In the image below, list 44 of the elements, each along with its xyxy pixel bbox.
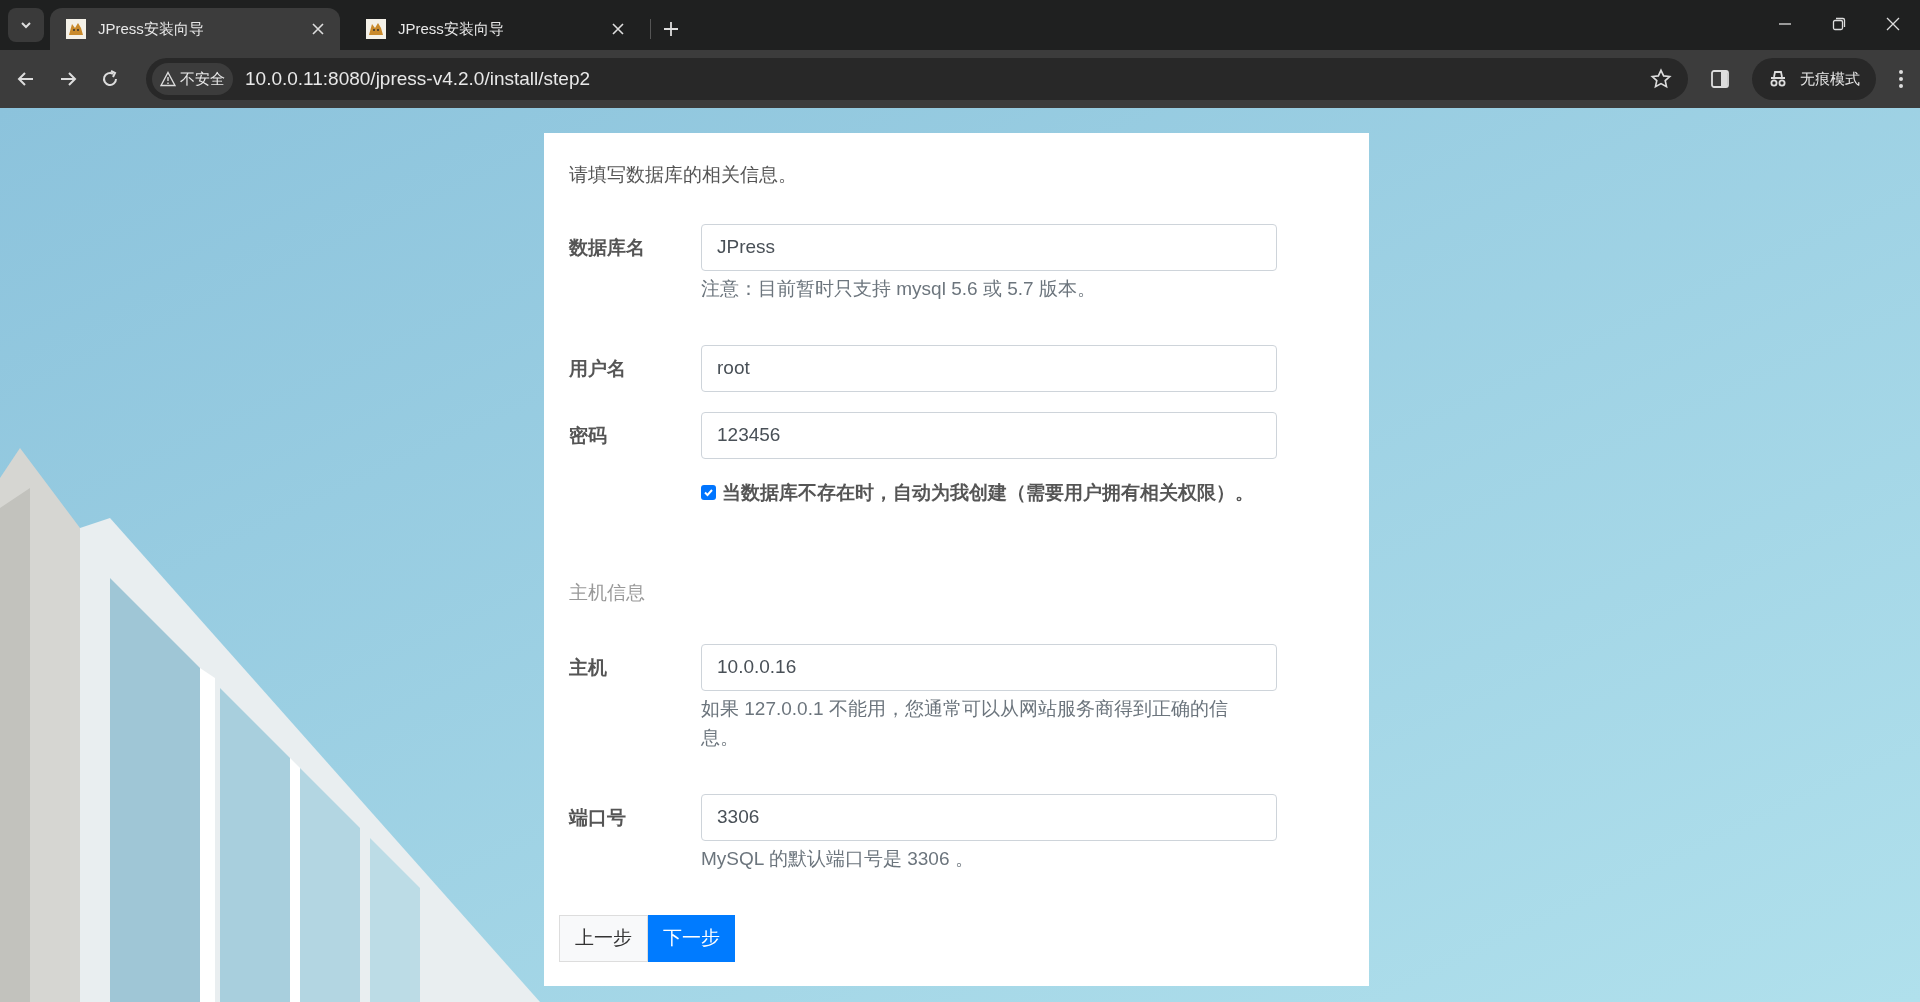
- security-label: 不安全: [180, 68, 225, 89]
- url-text: 10.0.0.11:8080/jpress-v4.2.0/install/step2: [245, 66, 592, 91]
- text-field[interactable]: 123456: [701, 411, 1277, 459]
- incognito-chip[interactable]: 无痕模式: [1752, 58, 1876, 100]
- help-text: 注意：目前暂时只支持 mysql 5.6 或 5.7 版本。: [701, 276, 1097, 301]
- close-icon[interactable]: [312, 23, 324, 35]
- checkbox-label: 当数据库不存在时，自动为我创建（需要用户拥有相关权限）。: [722, 480, 1254, 505]
- cat-icon: [366, 19, 386, 39]
- reload-icon[interactable]: [100, 69, 120, 89]
- browser-tab[interactable]: JPress安装向导: [50, 8, 340, 50]
- browser-tab[interactable]: JPress安装向导: [350, 8, 640, 50]
- text-field[interactable]: 10.0.0.16: [701, 643, 1277, 691]
- side-panel-icon[interactable]: [1710, 69, 1730, 89]
- new-tab-icon[interactable]: [663, 21, 679, 37]
- tab-search-button[interactable]: [8, 8, 44, 42]
- incognito-label: 无痕模式: [1800, 68, 1860, 89]
- next-button[interactable]: 下一步: [648, 914, 735, 962]
- close-icon[interactable]: [1886, 17, 1900, 31]
- checkbox[interactable]: [701, 485, 716, 501]
- tab-title: JPress安装向导: [398, 18, 505, 39]
- warning-icon: [160, 71, 176, 87]
- field-label: 密码: [569, 423, 608, 448]
- back-button[interactable]: 上一步: [559, 914, 648, 962]
- field-label: 数据库名: [569, 235, 646, 260]
- tab-title: JPress安装向导: [98, 18, 205, 39]
- security-chip[interactable]: 不安全: [152, 63, 233, 95]
- restore-icon[interactable]: [1832, 17, 1846, 31]
- section-heading: 主机信息: [569, 581, 646, 605]
- address-bar[interactable]: 不安全 10.0.0.11:8080/jpress-v4.2.0/install/step2: [146, 58, 1688, 100]
- text-field[interactable]: JPress: [701, 223, 1277, 271]
- text-field[interactable]: 3306: [701, 793, 1277, 841]
- help-text: 如果 127.0.0.1 不能用，您通常可以从网站服务商得到正确的信息。: [701, 696, 1229, 750]
- check-icon: [703, 487, 714, 499]
- text-field[interactable]: root: [701, 344, 1277, 392]
- close-icon[interactable]: [612, 23, 624, 35]
- cat-icon: [66, 19, 86, 39]
- field-label: 端口号: [569, 805, 627, 830]
- field-label: 用户名: [569, 356, 627, 381]
- field-label: 主机: [569, 655, 608, 680]
- star-icon[interactable]: [1650, 68, 1672, 90]
- help-text: MySQL 的默认端口号是 3306 。: [701, 846, 975, 871]
- menu-icon[interactable]: [1898, 69, 1904, 89]
- intro-text: 请填写数据库的相关信息。: [569, 163, 798, 187]
- incognito-icon: [1768, 70, 1788, 88]
